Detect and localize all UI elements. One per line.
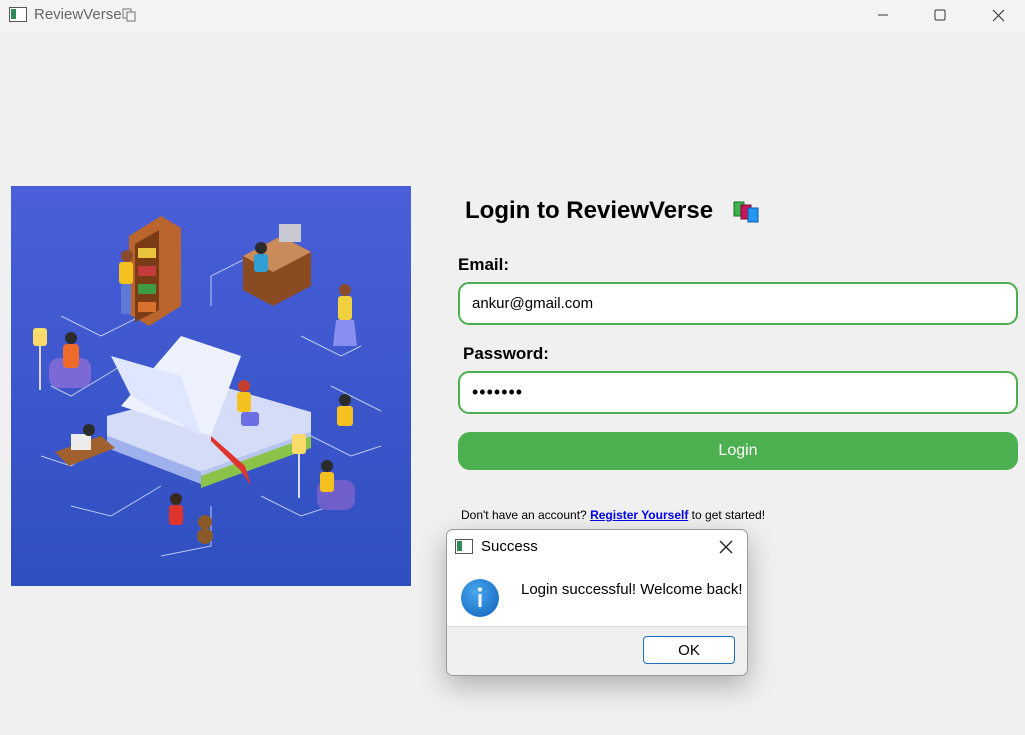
info-icon — [461, 579, 499, 617]
library-illustration — [11, 186, 411, 586]
password-field[interactable] — [458, 371, 1018, 414]
books-icon — [733, 201, 759, 223]
dialog-title-bar: Success — [447, 530, 747, 564]
maximize-icon — [934, 9, 946, 21]
register-prefix: Don't have an account? — [461, 508, 587, 522]
ok-button[interactable]: OK — [643, 636, 735, 664]
register-prompt: Don't have an account? Register Yourself… — [461, 508, 765, 522]
dialog-message: Login successful! Welcome back! — [521, 581, 743, 598]
login-title: Login to ReviewVerse — [465, 197, 714, 224]
register-suffix: to get started! — [691, 508, 766, 522]
email-field[interactable] — [458, 282, 1018, 325]
close-icon — [992, 9, 1004, 21]
password-label: Password: — [463, 344, 549, 363]
minimize-button[interactable] — [860, 0, 906, 30]
app-window-icon — [9, 7, 27, 22]
dialog-close-button[interactable] — [715, 536, 737, 558]
dialog-footer: OK — [447, 626, 747, 675]
window-title: ReviewVerse — [34, 6, 122, 23]
title-bar: ReviewVerse — [0, 0, 1025, 32]
email-label: Email: — [458, 255, 510, 274]
dialog-title: Success — [481, 538, 538, 555]
maximize-button[interactable] — [917, 0, 963, 30]
login-button[interactable]: Login — [458, 432, 1018, 470]
app-window-icon — [455, 539, 473, 554]
copy-icon — [122, 8, 136, 22]
dialog-body: Login successful! Welcome back! — [447, 564, 747, 626]
close-icon — [719, 540, 733, 554]
minimize-icon — [878, 14, 888, 16]
register-link[interactable]: Register Yourself — [590, 508, 688, 522]
close-button[interactable] — [975, 0, 1021, 30]
success-dialog: Success Login successful! Welcome back! … — [446, 529, 748, 676]
